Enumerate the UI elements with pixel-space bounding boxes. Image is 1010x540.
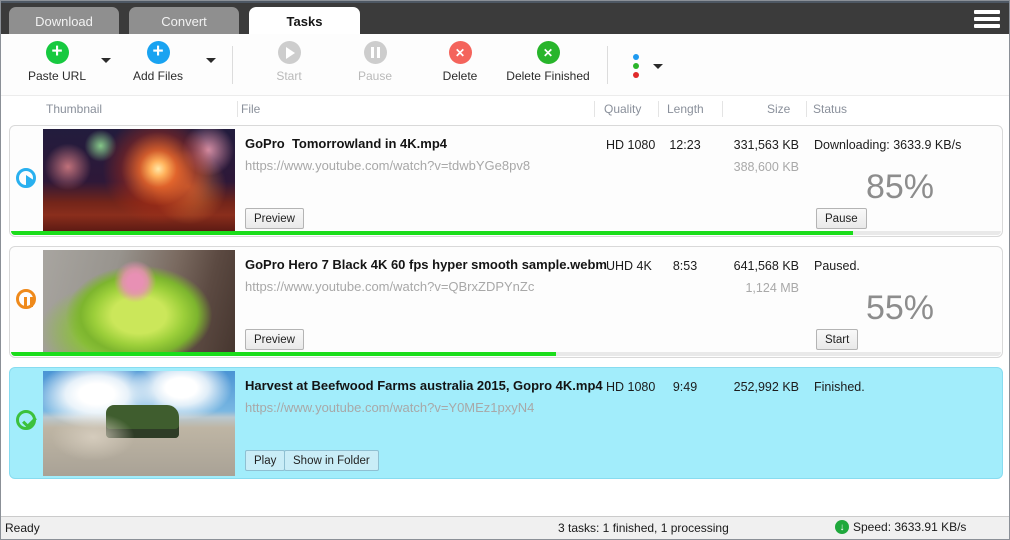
pause-state-icon[interactable] bbox=[16, 289, 36, 309]
start-button[interactable]: Start bbox=[247, 41, 331, 83]
delete-button[interactable]: ✕ Delete bbox=[418, 41, 502, 83]
status-speed: ↓ Speed: 3633.91 KB/s bbox=[835, 520, 966, 534]
paste-url-button[interactable]: + Paste URL bbox=[15, 41, 99, 83]
status-bar: Ready 3 tasks: 1 finished, 1 processing … bbox=[1, 516, 1009, 539]
column-length: Length bbox=[667, 102, 704, 116]
paste-url-dropdown-icon[interactable] bbox=[101, 58, 111, 63]
finished-check-icon bbox=[16, 410, 36, 430]
task-url: https://www.youtube.com/watch?v=Y0MEz1px… bbox=[245, 400, 535, 415]
task-length: 9:49 bbox=[672, 380, 698, 394]
toolbar-separator bbox=[232, 46, 233, 84]
task-status: Finished. bbox=[814, 380, 865, 394]
tab-tasks[interactable]: Tasks bbox=[249, 7, 360, 36]
task-status: Downloading: 3633.9 KB/s bbox=[814, 138, 962, 152]
toolbar: + Paste URL + Add Files Start Pause ✕ De… bbox=[1, 34, 1009, 96]
task-status: Paused. bbox=[814, 259, 860, 273]
task-title: GoPro Tomorrowland in 4K.mp4 bbox=[245, 136, 447, 151]
task-size-downloaded: 252,992 KB bbox=[733, 380, 799, 394]
list-header: Thumbnail File Quality Length Size Statu… bbox=[1, 96, 1009, 123]
x-icon: ✕ bbox=[536, 41, 560, 64]
progress-bar bbox=[11, 352, 1001, 356]
pause-icon bbox=[363, 41, 387, 64]
task-size-downloaded: 641,568 KB bbox=[733, 259, 799, 273]
column-quality: Quality bbox=[604, 102, 642, 116]
task-size-total: 1,124 MB bbox=[745, 281, 799, 295]
start-task-button[interactable]: Start bbox=[816, 329, 859, 350]
status-ready-text: Ready bbox=[5, 521, 40, 535]
video-thumbnail bbox=[43, 250, 235, 355]
status-speed-text: Speed: 3633.91 KB/s bbox=[853, 520, 967, 534]
video-thumbnail bbox=[43, 129, 235, 234]
app-window: Download Convert Tasks + Paste URL + Add… bbox=[0, 0, 1010, 540]
task-percent: 85% bbox=[865, 168, 934, 206]
more-options-dropdown-icon[interactable] bbox=[653, 64, 663, 69]
task-length: 12:23 bbox=[669, 138, 701, 152]
task-row-downloading[interactable]: GoPro Tomorrowland in 4K.mp4 https://www… bbox=[9, 125, 1003, 237]
status-tasks-summary: 3 tasks: 1 finished, 1 processing bbox=[558, 521, 729, 535]
progress-bar bbox=[11, 231, 1001, 235]
column-size: Size bbox=[767, 102, 791, 116]
show-in-folder-button[interactable]: Show in Folder bbox=[284, 450, 379, 471]
task-percent: 55% bbox=[865, 289, 934, 327]
task-title: GoPro Hero 7 Black 4K 60 fps hyper smoot… bbox=[245, 257, 607, 272]
toolbar-separator bbox=[607, 46, 608, 84]
hamburger-menu-icon[interactable] bbox=[974, 10, 1000, 31]
task-quality: UHD 4K bbox=[606, 259, 652, 273]
download-speed-icon: ↓ bbox=[835, 520, 849, 534]
task-url: https://www.youtube.com/watch?v=QBrxZDPY… bbox=[245, 279, 535, 294]
preview-button[interactable]: Preview bbox=[245, 329, 304, 350]
column-status: Status bbox=[813, 102, 848, 116]
column-thumbnail: Thumbnail bbox=[46, 102, 103, 116]
plus-icon: + bbox=[146, 41, 170, 64]
tab-download[interactable]: Download bbox=[9, 7, 119, 36]
x-icon: ✕ bbox=[448, 41, 472, 64]
preview-button[interactable]: Preview bbox=[245, 208, 304, 229]
add-files-button[interactable]: + Add Files bbox=[116, 41, 200, 83]
task-length: 8:53 bbox=[672, 259, 698, 273]
task-url: https://www.youtube.com/watch?v=tdwbYGe8… bbox=[245, 158, 531, 173]
task-row-paused[interactable]: GoPro Hero 7 Black 4K 60 fps hyper smoot… bbox=[9, 246, 1003, 358]
task-quality: HD 1080 bbox=[606, 380, 656, 394]
tab-convert[interactable]: Convert bbox=[129, 7, 239, 36]
column-file: File bbox=[241, 102, 261, 116]
play-icon bbox=[277, 41, 301, 64]
pause-button[interactable]: Pause bbox=[333, 41, 417, 83]
video-thumbnail bbox=[43, 371, 235, 476]
delete-finished-button[interactable]: ✕ Delete Finished bbox=[501, 41, 595, 83]
pause-task-button[interactable]: Pause bbox=[816, 208, 867, 229]
play-button[interactable]: Play bbox=[245, 450, 286, 471]
more-options-icon[interactable] bbox=[633, 54, 639, 78]
task-title: Harvest at Beefwood Farms australia 2015… bbox=[245, 378, 603, 393]
task-row-finished[interactable]: Harvest at Beefwood Farms australia 2015… bbox=[9, 367, 1003, 479]
add-files-dropdown-icon[interactable] bbox=[206, 58, 216, 63]
task-size-downloaded: 331,563 KB bbox=[733, 138, 799, 152]
task-quality: HD 1080 bbox=[606, 138, 656, 152]
task-size-total: 388,600 KB bbox=[733, 160, 799, 174]
play-state-icon[interactable] bbox=[16, 168, 36, 188]
title-tab-bar: Download Convert Tasks bbox=[1, 1, 1009, 36]
plus-icon: + bbox=[45, 41, 69, 64]
